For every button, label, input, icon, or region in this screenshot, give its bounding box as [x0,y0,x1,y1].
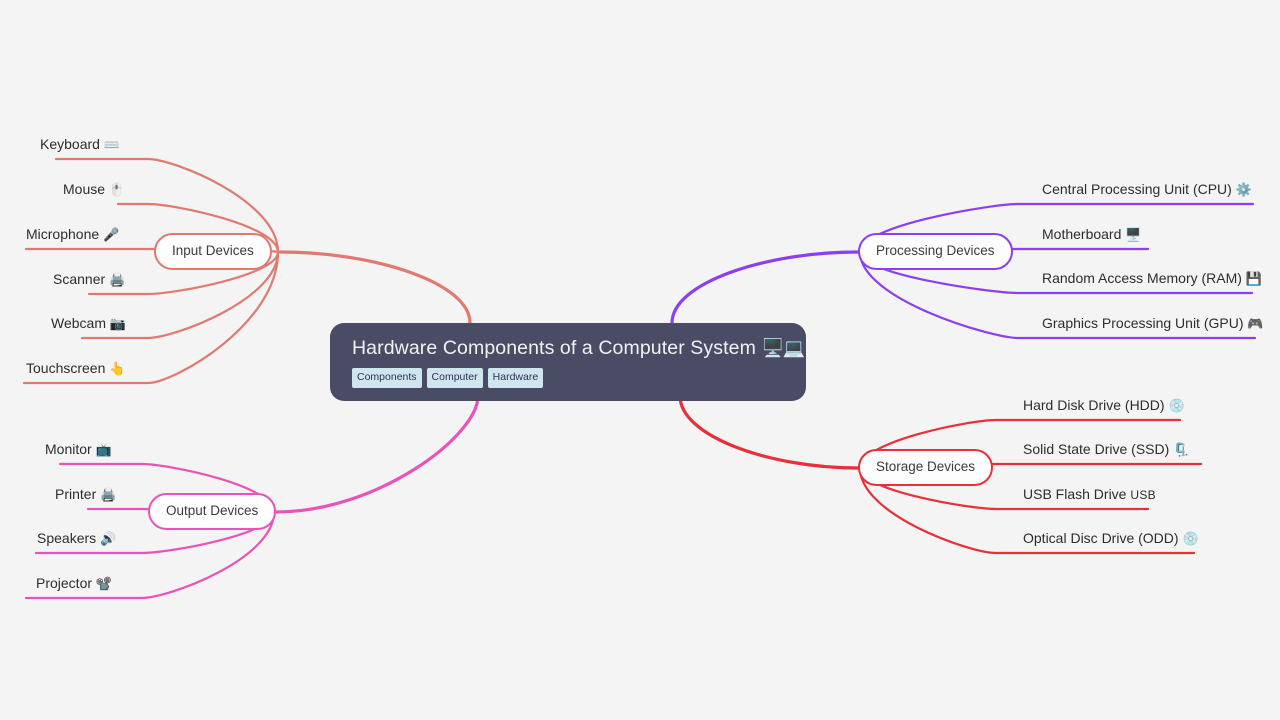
leaf-icon: 🖨️ [109,272,126,287]
root-tag[interactable]: Components [352,368,422,388]
leaf-label: Random Access Memory (RAM) [1042,270,1242,286]
leaf-icon: 🖱️ [108,182,126,197]
leaf-label: Keyboard [40,136,100,152]
leaf-icon: 🎤 [103,227,120,242]
leaf-node[interactable]: Microphone 🎤 [26,227,119,246]
leaf-icon: 🖥️ [1125,227,1142,242]
root-tag[interactable]: Hardware [487,368,544,388]
leaf-node[interactable]: Mouse 🖱️ [63,182,125,201]
branch-label: Input Devices [172,243,254,258]
leaf-node[interactable]: Printer 🖨️ [55,487,116,506]
branch-label: Processing Devices [876,243,995,258]
leaf-icon: ⌨️ [103,137,121,152]
leaf-label: Monitor [45,441,92,457]
leaf-node[interactable]: Solid State Drive (SSD) 🗜️ [1023,442,1189,461]
leaf-node[interactable]: USB Flash Drive USB [1023,487,1156,506]
leaf-node[interactable]: Monitor 📺 [45,442,112,461]
leaf-node[interactable]: Speakers 🔊 [37,531,116,550]
branch-node-storage[interactable]: Storage Devices [858,449,994,486]
leaf-label: Projector [36,575,93,591]
leaf-label: Hard Disk Drive (HDD) [1023,397,1165,413]
mindmap-canvas: Hardware Components of a Computer System… [0,0,1280,720]
branch-node-input[interactable]: Input Devices [154,233,272,270]
leaf-node[interactable]: Webcam 📷 [51,316,126,335]
leaf-label: USB Flash Drive [1023,486,1127,502]
leaf-label: Touchscreen [26,360,106,376]
branch-node-processing[interactable]: Processing Devices [858,233,1013,270]
branch-label: Output Devices [166,503,259,518]
leaf-label: Central Processing Unit (CPU) [1042,181,1232,197]
leaf-icon: 📺 [95,442,112,457]
branch-node-output[interactable]: Output Devices [148,493,277,530]
leaf-label: Graphics Processing Unit (GPU) [1042,315,1244,331]
leaf-icon: ⚙️ [1235,182,1252,197]
root-title: Hardware Components of a Computer System… [352,337,805,359]
leaf-icon: USB [1130,488,1156,502]
leaf-node[interactable]: Keyboard ⌨️ [40,137,120,156]
leaf-label: Speakers [37,530,97,546]
leaf-node[interactable]: Scanner 🖨️ [53,272,125,291]
leaf-node[interactable]: Hard Disk Drive (HDD) 💿 [1023,398,1185,417]
leaf-label: Motherboard [1042,226,1122,242]
leaf-icon: 📽️ [95,576,113,591]
leaf-node[interactable]: Projector 📽️ [36,576,112,595]
leaf-label: Solid State Drive (SSD) [1023,441,1170,457]
leaf-icon: 🔊 [100,531,117,546]
leaf-node[interactable]: Central Processing Unit (CPU) ⚙️ [1042,182,1252,201]
leaf-icon: 💿 [1182,531,1199,546]
leaf-icon: 📷 [109,316,127,331]
leaf-label: Printer [55,486,97,502]
leaf-node[interactable]: Motherboard 🖥️ [1042,227,1141,246]
leaf-label: Webcam [51,315,106,331]
leaf-node[interactable]: Touchscreen 👆 [26,361,125,380]
leaf-icon: 💿 [1168,398,1185,413]
leaf-icon: 🖨️ [100,487,117,502]
branch-label: Storage Devices [876,459,976,474]
root-tag[interactable]: Computer [426,368,483,388]
leaf-node[interactable]: Optical Disc Drive (ODD) 💿 [1023,531,1199,550]
root-node[interactable]: Hardware Components of a Computer System… [330,323,806,401]
leaf-label: Microphone [26,226,100,242]
leaf-label: Scanner [53,271,106,287]
root-tag-list: Components Computer Hardware [352,368,786,388]
leaf-icon: 🗜️ [1173,442,1190,457]
leaf-node[interactable]: Random Access Memory (RAM) 💾 [1042,271,1262,290]
leaf-label: Mouse [63,181,106,197]
leaf-icon: 👆 [109,361,126,376]
leaf-icon: 🎮 [1247,316,1264,331]
leaf-node[interactable]: Graphics Processing Unit (GPU) 🎮 [1042,316,1264,335]
leaf-label: Optical Disc Drive (ODD) [1023,530,1179,546]
leaf-icon: 💾 [1245,271,1263,286]
root-title-text: Hardware Components of a Computer System [352,337,756,359]
computer-screen-icon: 🖥️💻 [761,338,805,358]
